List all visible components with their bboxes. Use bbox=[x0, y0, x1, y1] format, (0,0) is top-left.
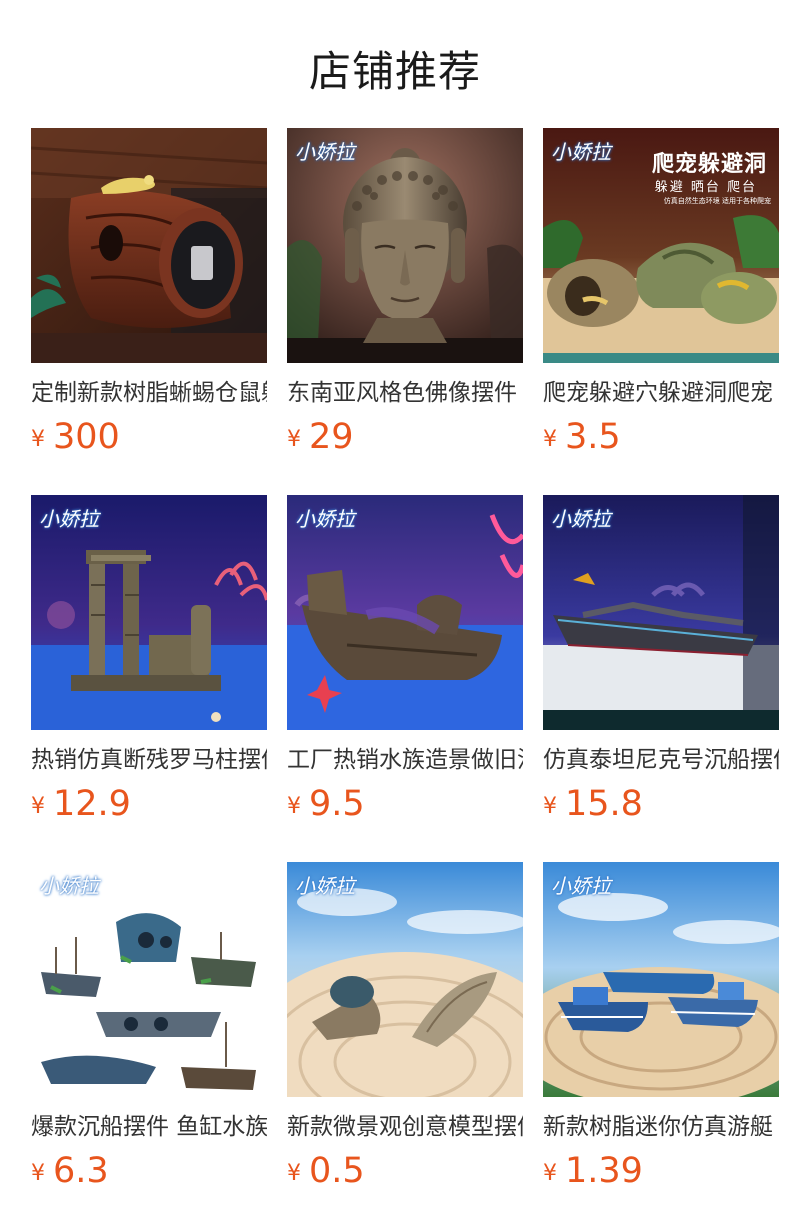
product-card[interactable]: 小娇拉 热销仿真断残罗马柱摆件 ¥12.9 bbox=[31, 495, 267, 862]
currency-symbol: ¥ bbox=[543, 1161, 557, 1186]
brand-watermark: 小娇拉 bbox=[551, 507, 611, 531]
brand-watermark: 小娇拉 bbox=[295, 140, 355, 164]
product-card[interactable]: 小娇拉 新款微景观创意模型摆件 ¥0.5 bbox=[287, 862, 523, 1229]
product-name[interactable]: 热销仿真断残罗马柱摆件 bbox=[31, 744, 267, 776]
product-image-blue-boats[interactable]: 小娇拉 bbox=[543, 862, 779, 1097]
product-image-log-hideout[interactable] bbox=[31, 128, 267, 363]
image-banner-subtitle: 躲避 晒台 爬台 bbox=[654, 180, 757, 195]
product-price: ¥6.3 bbox=[31, 1151, 267, 1191]
product-card[interactable]: 小娇拉 工厂热销水族造景做旧沉船 ¥9.5 bbox=[287, 495, 523, 862]
price-value: 15.8 bbox=[565, 784, 643, 824]
product-price: ¥300 bbox=[31, 417, 267, 457]
currency-symbol: ¥ bbox=[543, 794, 557, 819]
store-recommendations-page: 店铺推荐 定制新款树脂蜥蜴仓鼠 ¥ 300 小娇拉 东南亚风格色佛像摆件 ¥ 2… bbox=[0, 0, 790, 1230]
product-image-shipwreck-set[interactable]: 小娇拉 bbox=[31, 862, 267, 1097]
currency-symbol: ¥ bbox=[31, 427, 45, 452]
product-price: ¥15.8 bbox=[543, 784, 779, 824]
product-image-rock-cave[interactable]: 小娇拉 爬宠躲避洞 躲避 晒台 爬台 仿真自然生态环境 适用于各种爬宠 bbox=[543, 128, 779, 363]
currency-symbol: ¥ bbox=[287, 1161, 301, 1186]
currency-symbol: ¥ bbox=[543, 427, 557, 452]
price-value: 1.39 bbox=[565, 1151, 643, 1191]
product-name[interactable]: 爆款沉船摆件 鱼缸水族 bbox=[31, 1111, 267, 1143]
product-card[interactable]: 小娇拉 东南亚风格色佛像摆件 ¥29 bbox=[287, 128, 523, 495]
product-name[interactable]: 东南亚风格色佛像摆件 bbox=[287, 377, 523, 409]
brand-watermark: 小娇拉 bbox=[39, 874, 99, 898]
product-name[interactable]: 工厂热销水族造景做旧沉船 bbox=[287, 744, 523, 776]
brand-watermark: 小娇拉 bbox=[551, 140, 611, 164]
product-card[interactable]: 小娇拉 爬宠躲避洞 躲避 晒台 爬台 仿真自然生态环境 适用于各种爬宠 爬宠躲避… bbox=[543, 128, 779, 495]
product-image-pirate-shipwreck[interactable]: 小娇拉 bbox=[287, 495, 523, 730]
price-value: 6.3 bbox=[53, 1151, 109, 1191]
price-value: 12.9 bbox=[53, 784, 131, 824]
product-image-roman-columns[interactable]: 小娇拉 bbox=[31, 495, 267, 730]
product-card[interactable]: 小娇拉 仿真泰坦尼克号沉船摆件 ¥15.8 bbox=[543, 495, 779, 862]
brand-watermark: 小娇拉 bbox=[39, 507, 99, 531]
product-card[interactable]: 定制新款树脂蜥蜴仓鼠躲避洞 ¥300 bbox=[31, 128, 267, 495]
product-price: ¥9.5 bbox=[287, 784, 523, 824]
product-name[interactable]: 定制新款树脂蜥蜴仓鼠躲避洞 bbox=[31, 377, 267, 409]
product-name[interactable]: 爬宠躲避穴躲避洞爬宠 bbox=[543, 377, 779, 409]
product-price: ¥3.5 bbox=[543, 417, 779, 457]
currency-symbol: ¥ bbox=[287, 427, 301, 452]
price-value: 3.5 bbox=[565, 417, 621, 457]
section-title: 店铺推荐 bbox=[308, 47, 481, 96]
currency-symbol: ¥ bbox=[31, 1161, 45, 1186]
product-grid: 定制新款树脂蜥蜴仓鼠躲避洞 ¥300 bbox=[31, 128, 779, 1229]
currency-symbol: ¥ bbox=[287, 794, 301, 819]
brand-watermark: 小娇拉 bbox=[295, 874, 355, 898]
currency-symbol: ¥ bbox=[31, 794, 45, 819]
product-name[interactable]: 新款树脂迷你仿真游艇 bbox=[543, 1111, 779, 1143]
product-image-titanic[interactable]: 小娇拉 bbox=[543, 495, 779, 730]
image-banner-title: 爬宠躲避洞 bbox=[651, 152, 767, 177]
product-price: ¥29 bbox=[287, 417, 523, 457]
log-hideout-picture bbox=[31, 128, 267, 363]
price-value: 300 bbox=[53, 417, 120, 457]
brand-watermark: 小娇拉 bbox=[295, 507, 355, 531]
brand-watermark: 小娇拉 bbox=[551, 874, 611, 898]
product-price: ¥1.39 bbox=[543, 1151, 779, 1191]
price-value: 29 bbox=[309, 417, 354, 457]
product-name[interactable]: 新款微景观创意模型摆件 bbox=[287, 1111, 523, 1143]
product-price: ¥0.5 bbox=[287, 1151, 523, 1191]
product-price: ¥12.9 bbox=[31, 784, 267, 824]
image-banner-note: 仿真自然生态环境 适用于各种爬宠 bbox=[663, 197, 771, 205]
product-card[interactable]: 小娇拉 新款树脂迷你仿真游艇 ¥1.39 bbox=[543, 862, 779, 1229]
product-image-wooden-boats[interactable]: 小娇拉 bbox=[287, 862, 523, 1097]
price-value: 9.5 bbox=[309, 784, 365, 824]
product-card[interactable]: 小娇拉 爆款沉船摆件 鱼缸水族 ¥6.3 bbox=[31, 862, 267, 1229]
product-name[interactable]: 仿真泰坦尼克号沉船摆件 bbox=[543, 744, 779, 776]
price-value: 0.5 bbox=[309, 1151, 365, 1191]
product-image-buddha-head[interactable]: 小娇拉 bbox=[287, 128, 523, 363]
